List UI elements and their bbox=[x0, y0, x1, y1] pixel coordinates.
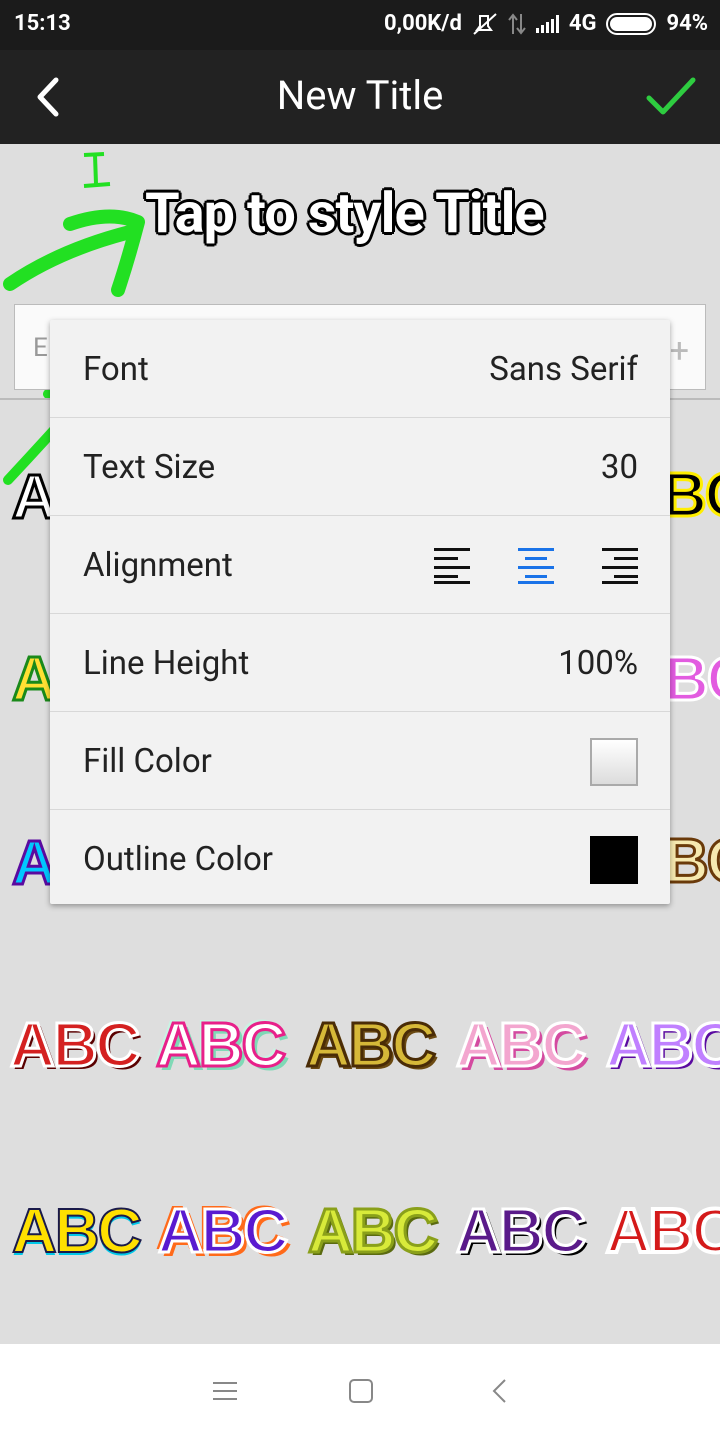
style-sample[interactable]: ABC bbox=[304, 1010, 437, 1082]
add-icon[interactable]: + bbox=[670, 331, 689, 371]
data-arrows-icon bbox=[508, 12, 526, 35]
style-sample-partial-right[interactable]: BC bbox=[661, 460, 720, 532]
menu-item-outline-color[interactable]: Outline Color bbox=[50, 810, 670, 908]
font-label: Font bbox=[83, 350, 149, 389]
page-title: New Title bbox=[276, 72, 444, 119]
battery-level: 94% bbox=[666, 11, 708, 36]
align-left-icon[interactable] bbox=[434, 546, 472, 584]
style-sample[interactable]: ABC bbox=[154, 1010, 287, 1082]
text-size-value: 30 bbox=[600, 448, 638, 487]
mute-icon bbox=[473, 12, 497, 35]
app-toolbar: New Title bbox=[0, 50, 720, 144]
style-sample[interactable]: ABC bbox=[454, 1196, 587, 1268]
system-nav-bar bbox=[0, 1344, 720, 1440]
menu-icon[interactable] bbox=[212, 1378, 238, 1404]
align-center-icon[interactable] bbox=[518, 546, 556, 584]
font-value: Sans Serif bbox=[489, 350, 638, 389]
status-bar: 15:13 0,00K/d 4G 94% bbox=[0, 0, 720, 50]
menu-item-fill-color[interactable]: Fill Color bbox=[50, 712, 670, 810]
style-sample-partial-right[interactable]: BC bbox=[663, 826, 720, 898]
alignment-label: Alignment bbox=[83, 546, 233, 585]
style-sample[interactable]: ABC bbox=[156, 1196, 289, 1268]
style-sample-partial-right[interactable]: BC bbox=[663, 644, 720, 716]
text-size-label: Text Size bbox=[83, 448, 216, 487]
style-sample[interactable]: ABC bbox=[306, 1196, 439, 1268]
outline-color-label: Outline Color bbox=[83, 840, 273, 879]
signal-icon bbox=[535, 14, 559, 33]
back-icon[interactable] bbox=[488, 1378, 514, 1404]
title-input-text: E bbox=[33, 333, 48, 363]
style-sample-partial-left[interactable]: A bbox=[11, 644, 59, 716]
fill-color-swatch[interactable] bbox=[590, 738, 638, 786]
annotation-arrow-icon bbox=[3, 152, 145, 297]
check-icon[interactable] bbox=[646, 74, 696, 118]
style-menu: Font Sans Serif Text Size 30 Alignment L… bbox=[50, 320, 670, 904]
fill-color-label: Fill Color bbox=[83, 742, 212, 781]
style-sample[interactable]: ABC bbox=[604, 1010, 720, 1082]
align-right-icon[interactable] bbox=[602, 546, 640, 584]
menu-item-line-height[interactable]: Line Height 100% bbox=[50, 614, 670, 712]
style-sample-partial-left[interactable]: A bbox=[11, 828, 59, 900]
line-height-value: 100% bbox=[558, 644, 638, 683]
line-height-label: Line Height bbox=[83, 644, 250, 683]
menu-item-font[interactable]: Font Sans Serif bbox=[50, 320, 670, 418]
style-sample[interactable]: ABC bbox=[8, 1010, 141, 1082]
style-sample[interactable]: ABC bbox=[454, 1010, 587, 1082]
status-time: 15:13 bbox=[14, 11, 71, 36]
menu-item-text-size[interactable]: Text Size 30 bbox=[50, 418, 670, 516]
battery-icon bbox=[606, 12, 657, 35]
style-sample-partial-left[interactable]: A bbox=[11, 462, 59, 534]
style-sample[interactable]: ABC bbox=[11, 1196, 143, 1267]
outline-color-swatch[interactable] bbox=[590, 836, 638, 884]
square-icon[interactable] bbox=[348, 1378, 374, 1404]
style-sample[interactable]: ABC bbox=[604, 1195, 720, 1268]
menu-item-alignment: Alignment bbox=[50, 516, 670, 614]
network-type: 4G bbox=[568, 11, 597, 36]
network-speed: 0,00K/d bbox=[384, 11, 462, 36]
title-preview[interactable]: Tap to style Title bbox=[145, 180, 545, 246]
